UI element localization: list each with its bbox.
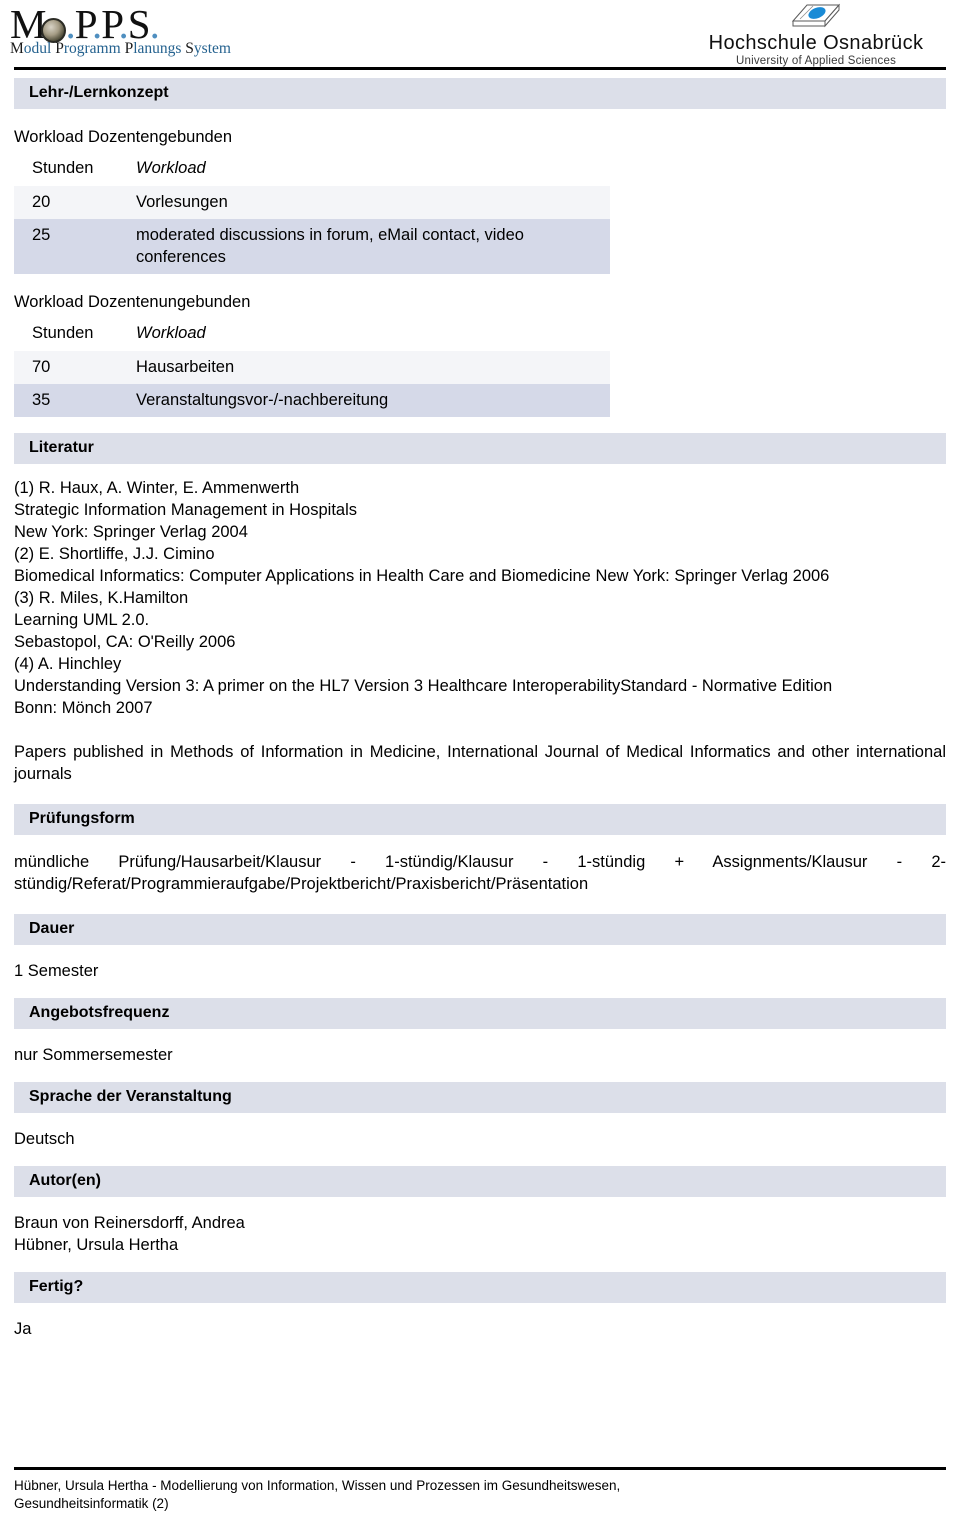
footer-divider [14, 1467, 946, 1470]
fertig-value: Ja [14, 1320, 32, 1338]
cell-stunden: 70 [14, 351, 118, 384]
column-header-workload: Workload [118, 156, 610, 186]
table-header-row: Stunden Workload [14, 156, 610, 186]
cell-stunden: 25 [14, 219, 118, 274]
literatur-entry: Strategic Information Management in Hosp… [14, 501, 358, 519]
column-header-stunden: Stunden [14, 321, 118, 351]
workload-dozentenungebunden-table: Stunden Workload 70 Hausarbeiten 35 Vera… [14, 321, 610, 417]
globe-icon [41, 18, 67, 43]
literatur-entry: Biomedical Informatics: Computer Applica… [14, 567, 830, 585]
hochschule-name: Hochschule Osnabrück [708, 32, 924, 54]
section-header-angebotsfrequenz: Angebotsfrequenz [14, 998, 946, 1029]
section-header-pruefungsform: Prüfungsform [14, 804, 946, 835]
cell-stunden: 20 [14, 186, 118, 219]
dauer-value: 1 Semester [14, 962, 99, 980]
angebotsfrequenz-value: nur Sommersemester [14, 1046, 173, 1064]
page-header: M .P.P.S. Modul Programm Planungs System … [0, 0, 960, 78]
section-header-dauer: Dauer [14, 914, 946, 945]
pruefungsform-value: mündliche Prüfung/Hausarbeit/Klausur - 1… [14, 853, 946, 893]
mopps-dot-2: . [91, 1, 102, 47]
header-divider [14, 67, 946, 70]
column-header-stunden: Stunden [14, 156, 118, 186]
mopps-letter-p2: P [101, 1, 119, 47]
cell-workload: moderated discussions in forum, eMail co… [118, 219, 610, 274]
mopps-dot-1: . [65, 1, 75, 47]
literatur-entry: (2) E. Shortliffe, J.J. Cimino [14, 545, 215, 563]
table-row: 25 moderated discussions in forum, eMail… [14, 219, 610, 274]
literatur-entry: (1) R. Haux, A. Winter, E. Ammenwerth [14, 479, 300, 497]
section-header-sprache: Sprache der Veranstaltung [14, 1082, 946, 1113]
section-header-lehrlernkonzept: Lehr-/Lernkonzept [14, 78, 946, 109]
sprache-value: Deutsch [14, 1130, 75, 1148]
hochschule-mark-icon [787, 1, 845, 31]
literatur-entry: Sebastopol, CA: O'Reilly 2006 [14, 633, 236, 651]
mopps-logo: M .P.P.S. Modul Programm Planungs System [10, 2, 240, 58]
workload-dozentengebunden-table: Stunden Workload 20 Vorlesungen 25 moder… [14, 156, 610, 274]
mopps-dot-3: . [118, 1, 129, 47]
mopps-letter-p1: P [74, 1, 93, 47]
table-header-row: Stunden Workload [14, 321, 610, 351]
literatur-entry: Learning UML 2.0. [14, 611, 150, 629]
footer-line-2: Gesundheitsinformatik (2) [14, 1496, 169, 1511]
table-row: 35 Veranstaltungsvor-/-nachbereitung [14, 384, 610, 417]
table-row: 70 Hausarbeiten [14, 351, 610, 384]
footer-line-1: Hübner, Ursula Hertha - Modellierung von… [14, 1478, 621, 1493]
literatur-entry: Bonn: Mönch 2007 [14, 699, 153, 717]
page-footer: Hübner, Ursula Hertha - Modellierung von… [14, 1467, 946, 1513]
workload-dozentenungebunden-heading: Workload Dozentenungebunden [14, 293, 251, 311]
mopps-letter-s: S [127, 1, 151, 47]
literatur-entry: (3) R. Miles, K.Hamilton [14, 589, 189, 607]
autor-name: Hübner, Ursula Hertha [14, 1236, 179, 1254]
hochschule-osnabrueck-logo: Hochschule Osnabrück University of Appli… [682, 1, 950, 68]
mopps-dot-4: . [149, 1, 160, 47]
cell-stunden: 35 [14, 384, 118, 417]
mopps-wordmark-text: M .P.P.S. [10, 2, 240, 46]
cell-workload: Vorlesungen [118, 186, 610, 219]
document-content: Lehr-/Lernkonzept Workload Dozentengebun… [0, 78, 960, 1340]
literatur-entry: (4) A. Hinchley [14, 655, 122, 673]
hochschule-tagline: University of Applied Sciences [735, 55, 897, 67]
column-header-workload: Workload [118, 321, 610, 351]
section-header-literatur: Literatur [14, 433, 946, 464]
section-header-fertig: Fertig? [14, 1272, 946, 1303]
table-row: 20 Vorlesungen [14, 186, 610, 219]
workload-dozentengebunden-heading: Workload Dozentengebunden [14, 128, 233, 146]
cell-workload: Veranstaltungsvor-/-nachbereitung [118, 384, 610, 417]
section-header-autoren: Autor(en) [14, 1166, 946, 1197]
cell-workload: Hausarbeiten [118, 351, 610, 384]
literatur-papers-note: Papers published in Methods of Informati… [14, 743, 946, 783]
mopps-letter-m: M [10, 1, 46, 47]
autor-name: Braun von Reinersdorff, Andrea [14, 1214, 245, 1232]
literatur-entry: New York: Springer Verlag 2004 [14, 523, 248, 541]
literatur-entry: Understanding Version 3: A primer on the… [14, 677, 833, 695]
